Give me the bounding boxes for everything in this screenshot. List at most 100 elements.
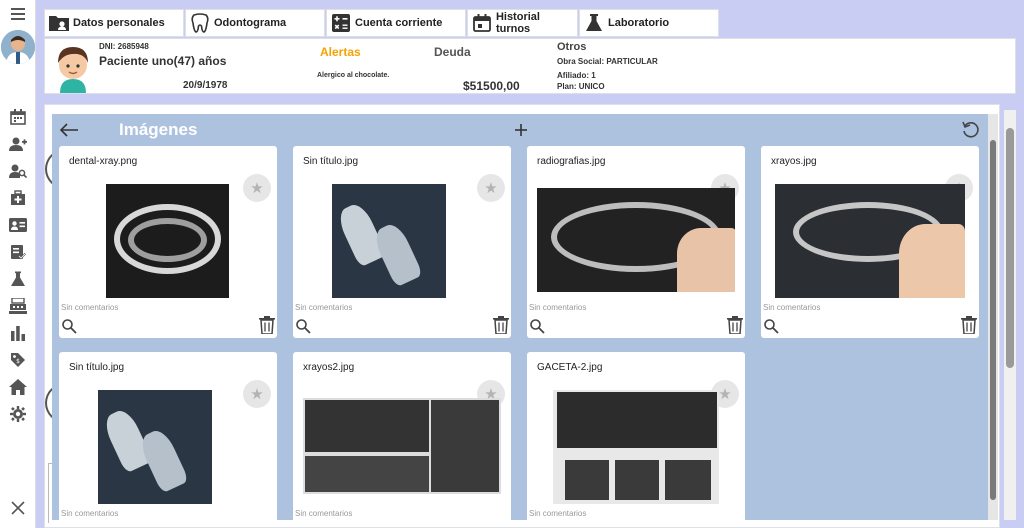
bar-chart-icon[interactable] xyxy=(4,322,32,344)
svg-text:$: $ xyxy=(16,358,20,365)
tab-label: Odontograma xyxy=(214,17,287,29)
magnifier-icon[interactable] xyxy=(295,318,311,334)
hand-shape xyxy=(677,228,735,292)
tab-label: Datos personales xyxy=(73,17,165,29)
image-comment: Sin comentarios xyxy=(61,303,119,312)
image-card[interactable]: Sin título.jpg ★ Sin comentarios xyxy=(59,352,277,520)
tooth-icon xyxy=(190,13,210,33)
modal-scrollbar[interactable] xyxy=(988,114,998,520)
image-filename: radiografias.jpg xyxy=(537,156,606,167)
xray-panel xyxy=(615,460,659,500)
others-title: Otros xyxy=(557,41,587,53)
magnifier-icon[interactable] xyxy=(763,318,779,334)
tab-cuenta-corriente[interactable]: Cuenta corriente xyxy=(326,9,466,37)
xray-panel xyxy=(557,392,717,448)
back-arrow-icon[interactable] xyxy=(57,118,81,142)
trash-icon[interactable] xyxy=(727,316,743,335)
patient-birthdate: 20/9/1978 xyxy=(183,80,228,91)
image-filename: dental-xray.png xyxy=(69,156,138,167)
close-icon[interactable] xyxy=(4,497,32,519)
calendar-icon xyxy=(472,13,492,33)
tag-icon[interactable]: $ xyxy=(4,349,32,371)
page-scrollbar[interactable] xyxy=(1004,110,1016,520)
patient-avatar xyxy=(50,41,96,93)
tab-odontograma[interactable]: Odontograma xyxy=(185,9,325,37)
image-filename: xrayos.jpg xyxy=(771,156,817,167)
image-filename: xrayos2.jpg xyxy=(303,362,355,373)
doctor-avatar[interactable] xyxy=(1,30,35,64)
xray-panel xyxy=(431,400,499,492)
hamburger-icon[interactable] xyxy=(4,3,32,25)
cash-register-icon[interactable] xyxy=(4,295,32,317)
calendar-icon[interactable] xyxy=(4,106,32,128)
home-icon[interactable] xyxy=(4,376,32,398)
trash-icon[interactable] xyxy=(493,316,509,335)
refresh-icon[interactable] xyxy=(959,118,983,142)
folder-icon xyxy=(49,13,69,33)
patient-dni: DNI: 2685948 xyxy=(99,42,149,51)
image-card[interactable]: Sin título.jpg ★ Sin comentarios xyxy=(293,146,511,338)
id-card-icon[interactable] xyxy=(4,214,32,236)
add-icon[interactable] xyxy=(509,118,533,142)
xray-panel xyxy=(565,460,609,500)
modal-title: Imágenes xyxy=(119,120,198,139)
image-card[interactable]: radiografias.jpg ★ Sin comentarios xyxy=(527,146,745,338)
patient-summary: DNI: 2685948 Paciente uno(47) años 20/9/… xyxy=(44,38,1016,94)
star-icon[interactable]: ★ xyxy=(477,174,505,202)
image-comment: Sin comentarios xyxy=(61,509,119,518)
image-card[interactable]: xrayos2.jpg ★ Sin comentarios xyxy=(293,352,511,520)
tab-historial-turnos[interactable]: Historial turnos xyxy=(467,9,578,37)
add-user-icon[interactable] xyxy=(4,133,32,155)
alerts-title: Alertas xyxy=(320,45,361,59)
magnifier-icon[interactable] xyxy=(529,318,545,334)
image-card[interactable]: dental-xray.png ★ Sin comentarios xyxy=(59,146,277,338)
image-comment: Sin comentarios xyxy=(763,303,821,312)
image-card[interactable]: GACETA-2.jpg ★ Sin comentarios xyxy=(527,352,745,520)
hand-shape xyxy=(899,224,965,298)
alerts-text: Alergico al chocolate. xyxy=(317,72,390,79)
trash-icon[interactable] xyxy=(961,316,977,335)
plan: Plan: UNICO xyxy=(557,82,605,91)
xray-panel xyxy=(305,456,429,492)
tab-datos-personales[interactable]: Datos personales xyxy=(44,9,184,37)
debt-title: Deuda xyxy=(434,45,471,59)
image-card[interactable]: xrayos.jpg ★ Sin comentarios xyxy=(761,146,979,338)
flask-icon xyxy=(584,13,604,33)
xray-panel xyxy=(305,400,429,452)
image-filename: Sin título.jpg xyxy=(69,362,125,373)
magnifier-icon[interactable] xyxy=(61,318,77,334)
calculator-icon xyxy=(331,13,351,33)
image-filename: Sin título.jpg xyxy=(303,156,359,167)
gear-icon[interactable] xyxy=(4,403,32,425)
image-thumbnail[interactable] xyxy=(98,390,212,504)
image-comment: Sin comentarios xyxy=(295,509,353,518)
star-icon[interactable]: ★ xyxy=(243,380,271,408)
image-thumbnail[interactable] xyxy=(332,184,446,298)
patient-name: Paciente uno(47) años xyxy=(99,54,227,68)
image-thumbnail[interactable] xyxy=(553,390,719,504)
star-icon[interactable]: ★ xyxy=(243,174,271,202)
first-aid-icon[interactable] xyxy=(4,187,32,209)
search-user-icon[interactable] xyxy=(4,160,32,182)
trash-icon[interactable] xyxy=(259,316,275,335)
flask-icon[interactable] xyxy=(4,268,32,290)
tab-laboratorio[interactable]: Laboratorio xyxy=(579,9,719,37)
tab-label: Cuenta corriente xyxy=(355,17,443,29)
modal-scrollbar-thumb[interactable] xyxy=(990,140,996,500)
afiliado: Afiliado: 1 xyxy=(557,71,596,80)
checklist-icon[interactable] xyxy=(4,241,32,263)
image-thumbnail[interactable] xyxy=(106,184,229,298)
image-thumbnail[interactable] xyxy=(303,398,501,494)
image-thumbnail[interactable] xyxy=(775,184,965,298)
debt-value: $51500,00 xyxy=(463,79,520,93)
image-filename: GACETA-2.jpg xyxy=(537,362,603,373)
xray-arch xyxy=(128,218,207,262)
image-comment: Sin comentarios xyxy=(529,509,587,518)
tab-label: Historial turnos xyxy=(495,11,540,35)
image-comment: Sin comentarios xyxy=(529,303,587,312)
page-scrollbar-thumb[interactable] xyxy=(1006,128,1014,368)
image-thumbnail[interactable] xyxy=(537,188,735,292)
images-modal: Imágenes dental-xray.png ★ Sin comentari… xyxy=(52,114,989,520)
image-comment: Sin comentarios xyxy=(295,303,353,312)
xray-panel xyxy=(665,460,711,500)
